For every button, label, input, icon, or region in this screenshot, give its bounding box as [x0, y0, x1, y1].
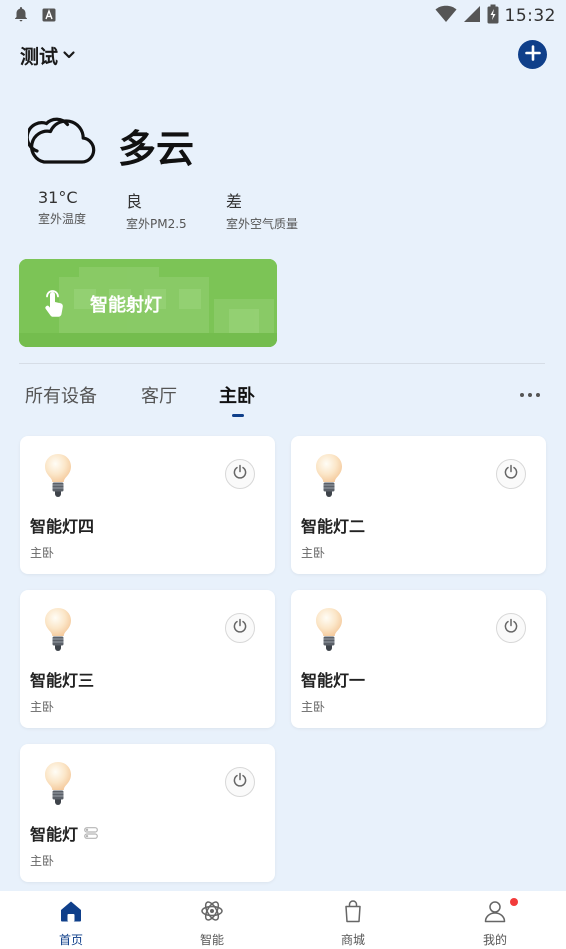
clock-time: 15:32	[504, 6, 556, 26]
device-name: 智能灯	[30, 821, 98, 845]
device-room: 主卧	[301, 700, 326, 714]
scene-card-smart-spotlight[interactable]: 智能射灯	[19, 259, 277, 347]
nav-smart[interactable]: 智能	[172, 891, 252, 949]
scene-label: 智能射灯	[90, 295, 162, 316]
light-bulb-icon	[313, 607, 345, 655]
notification-badge	[510, 898, 518, 906]
wifi-icon	[435, 5, 457, 27]
device-card[interactable]: 智能灯二 主卧	[291, 436, 546, 574]
device-card[interactable]: 智能灯三 主卧	[20, 590, 275, 728]
stat-value: 31°C	[38, 188, 78, 207]
device-name-text: 智能灯四	[30, 517, 95, 536]
nav-label: 商城	[340, 933, 365, 947]
power-button[interactable]	[225, 613, 255, 643]
stat-value: 差	[226, 192, 243, 211]
device-name: 智能灯一	[301, 667, 365, 691]
device-card[interactable]: 智能灯 主卧	[20, 744, 275, 882]
signal-icon	[463, 5, 481, 27]
nav-label: 首页	[58, 933, 83, 947]
device-name: 智能灯四	[30, 513, 94, 537]
active-tab-indicator	[232, 414, 244, 417]
bottom-nav: 首页 智能 商城 我的	[0, 891, 566, 949]
shopping-bag-icon	[341, 899, 365, 923]
device-name: 智能灯二	[301, 513, 365, 537]
battery-charging-icon	[487, 4, 499, 28]
power-icon	[232, 464, 248, 484]
nav-label: 智能	[199, 933, 224, 947]
more-dots-icon[interactable]	[520, 390, 546, 400]
device-name-text: 智能灯三	[30, 671, 95, 690]
light-bulb-icon	[313, 453, 345, 501]
tap-hand-icon	[41, 289, 69, 323]
home-selector[interactable]: 测试	[20, 42, 76, 69]
device-room: 主卧	[301, 546, 326, 560]
power-icon	[503, 618, 519, 638]
power-button[interactable]	[225, 459, 255, 489]
plus-icon	[524, 44, 541, 65]
light-bulb-icon	[42, 607, 74, 655]
tab-living-room[interactable]: 客厅	[141, 382, 177, 408]
device-card[interactable]: 智能灯四 主卧	[20, 436, 275, 574]
stat-value: 良	[126, 192, 143, 211]
power-button[interactable]	[496, 613, 526, 643]
divider	[19, 363, 545, 364]
power-icon	[232, 772, 248, 792]
nav-home[interactable]: 首页	[31, 891, 111, 949]
group-toggle-icon	[84, 824, 98, 843]
device-room: 主卧	[30, 700, 55, 714]
weather-condition: 多云	[118, 127, 195, 171]
app-screen: 15:32 测试 多云 31°C 室外温度 良 室外PM2.5 差 室外空气质量…	[0, 0, 566, 949]
power-button[interactable]	[496, 459, 526, 489]
power-icon	[503, 464, 519, 484]
device-name-text: 智能灯一	[301, 671, 366, 690]
power-button[interactable]	[225, 767, 255, 797]
app-a-icon	[42, 7, 56, 26]
cloud-icon	[25, 114, 96, 170]
tab-all-devices[interactable]: 所有设备	[25, 382, 97, 408]
bell-icon	[14, 6, 28, 26]
nav-label: 我的	[482, 933, 507, 947]
home-name: 测试	[20, 46, 59, 68]
stat-label: 室外PM2.5	[126, 217, 187, 231]
device-room: 主卧	[30, 546, 55, 560]
nav-profile[interactable]: 我的	[455, 891, 535, 949]
device-room: 主卧	[30, 854, 55, 868]
room-tabs: 所有设备 客厅 主卧	[0, 382, 566, 422]
device-name-text: 智能灯二	[301, 517, 366, 536]
power-icon	[232, 618, 248, 638]
home-icon	[59, 899, 83, 923]
device-card[interactable]: 智能灯一 主卧	[291, 590, 546, 728]
header: 测试	[0, 36, 566, 76]
device-name: 智能灯三	[30, 667, 94, 691]
user-icon	[483, 899, 507, 923]
nav-mall[interactable]: 商城	[313, 891, 393, 949]
stat-outdoor-air-quality: 差 室外空气质量	[226, 188, 298, 232]
chevron-down-icon	[62, 45, 76, 67]
atom-icon	[200, 899, 224, 923]
stat-label: 室外温度	[38, 212, 87, 226]
stat-outdoor-temp: 31°C 室外温度	[38, 188, 86, 227]
add-button[interactable]	[518, 40, 547, 69]
stat-label: 室外空气质量	[226, 217, 299, 231]
device-name-text: 智能灯	[30, 825, 79, 844]
stat-outdoor-pm25: 良 室外PM2.5	[126, 188, 187, 232]
tab-master-bedroom[interactable]: 主卧	[219, 382, 255, 408]
light-bulb-icon	[42, 761, 74, 809]
light-bulb-icon	[42, 453, 74, 501]
status-bar: 15:32	[0, 0, 566, 30]
